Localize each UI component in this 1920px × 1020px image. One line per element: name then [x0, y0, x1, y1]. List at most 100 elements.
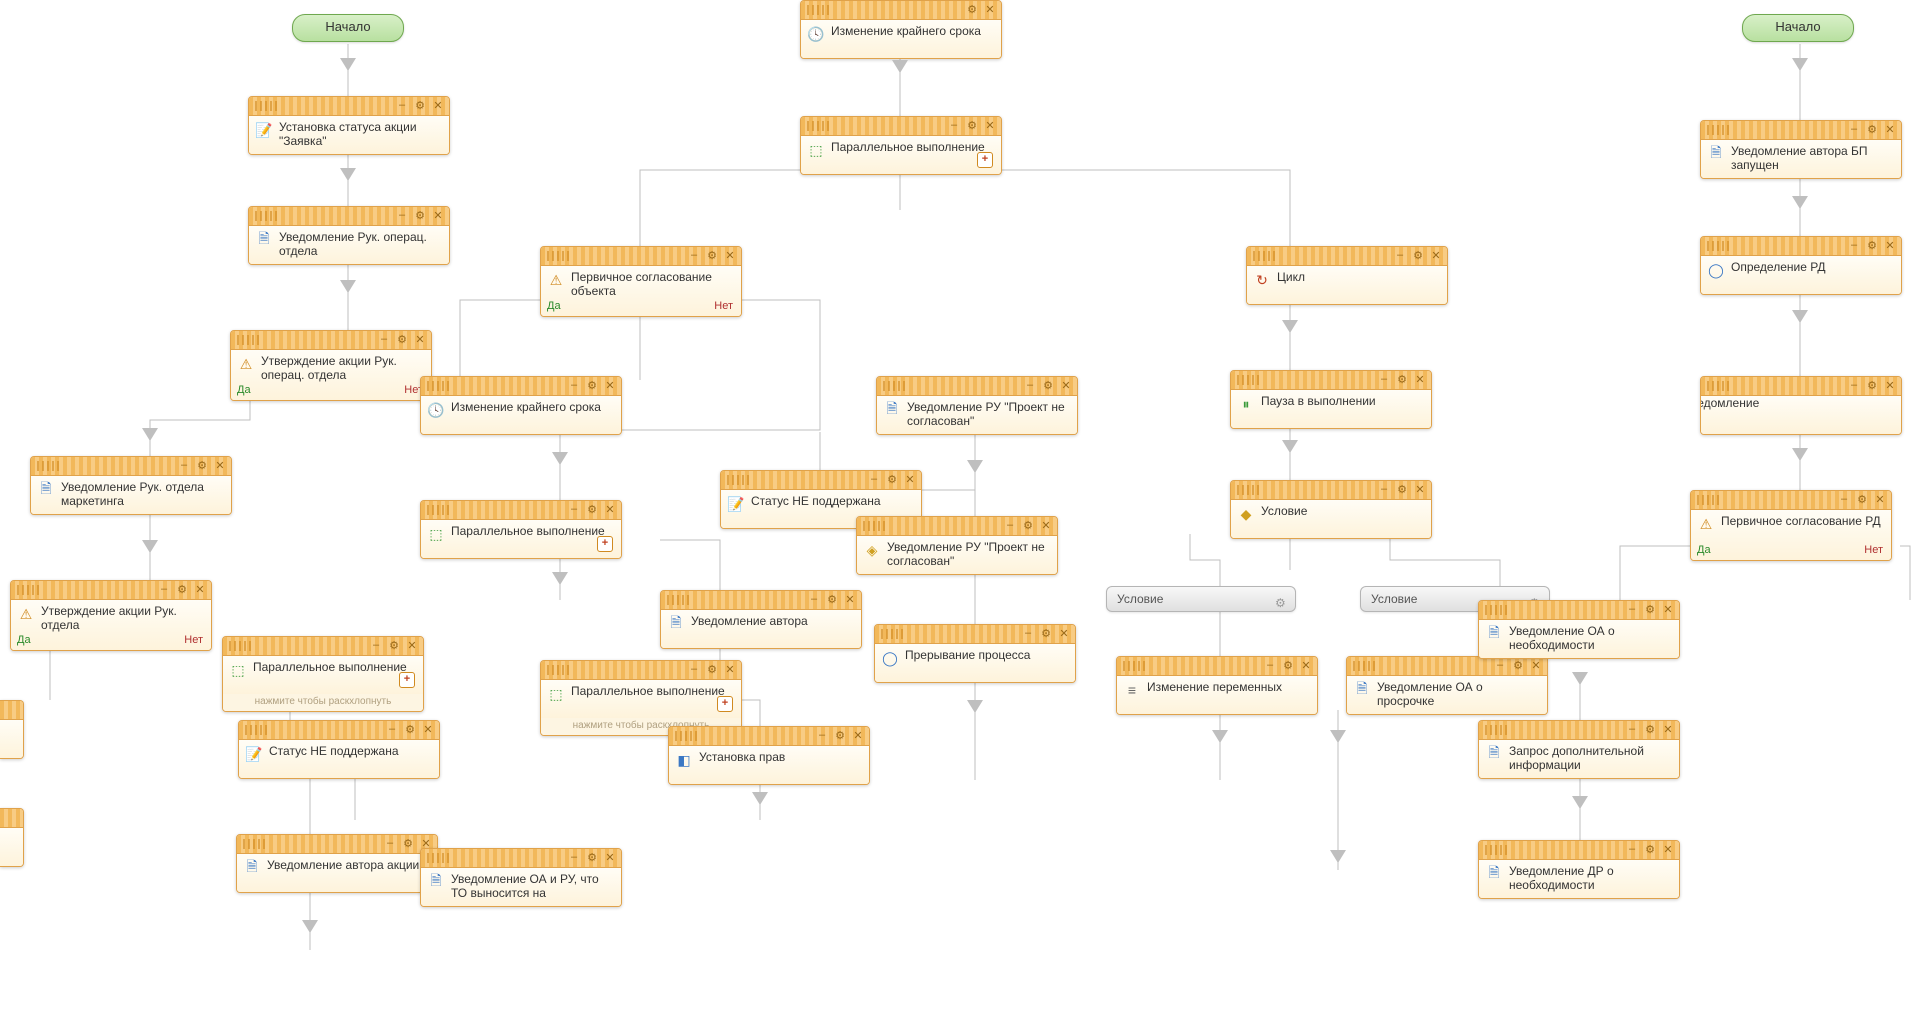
minimize-icon[interactable]: – — [687, 248, 701, 262]
gear-icon[interactable]: ⚙ — [401, 836, 415, 850]
minimize-icon[interactable]: – — [1625, 602, 1639, 616]
task-clipped[interactable] — [0, 808, 24, 867]
gear-icon[interactable]: ⚙ — [825, 592, 839, 606]
minimize-icon[interactable]: – — [1377, 372, 1391, 386]
task-notify-author[interactable]: – ⚙ ✕ 🗎 Уведомление автора акции — [236, 834, 438, 893]
close-icon[interactable]: ✕ — [213, 458, 227, 472]
task-deadline-b[interactable]: – ⚙ ✕ 🕓 Изменение крайнего срока — [420, 376, 622, 435]
task-notify-dr[interactable]: – ⚙ ✕ 🗎 Уведомление ДР о необходимости — [1478, 840, 1680, 899]
gear-icon[interactable]: ⚙ — [413, 208, 427, 222]
close-icon[interactable]: ✕ — [723, 248, 737, 262]
minimize-icon[interactable]: – — [1847, 122, 1861, 136]
close-icon[interactable]: ✕ — [431, 208, 445, 222]
minimize-icon[interactable]: – — [687, 662, 701, 676]
gear-icon[interactable]: ⚙ — [395, 332, 409, 346]
gear-icon[interactable]: ⚙ — [585, 850, 599, 864]
minimize-icon[interactable]: – — [1625, 722, 1639, 736]
task-parallel-c[interactable]: – ⚙ ✕ ⬚ Параллельное выполнение + нажмит… — [540, 660, 742, 736]
gear-icon[interactable]: ⚙ — [1643, 722, 1657, 736]
gear-icon[interactable]: ⚙ — [705, 662, 719, 676]
gear-icon[interactable]: ⚙ — [1395, 482, 1409, 496]
close-icon[interactable]: ✕ — [1299, 658, 1313, 672]
gear-icon[interactable]: ⚙ — [705, 248, 719, 262]
condition-branch-left[interactable]: Условие ⚙ — [1106, 586, 1296, 612]
minimize-icon[interactable]: – — [369, 638, 383, 652]
task-primary-approval[interactable]: – ⚙ ✕ ⚠ Первичное согласование объекта Д… — [540, 246, 742, 317]
expand-icon[interactable]: + — [977, 152, 993, 168]
expand-icon[interactable]: + — [399, 672, 415, 688]
task-primary-approval-rd[interactable]: – ⚙ ✕ ⚠ Первичное согласование РД Да Нет — [1690, 490, 1892, 561]
minimize-icon[interactable]: – — [807, 592, 821, 606]
task-notify-rd[interactable]: – ⚙ ✕ 🗎 Уведомление РД — [1700, 376, 1902, 435]
minimize-icon[interactable]: – — [567, 850, 581, 864]
close-icon[interactable]: ✕ — [1661, 722, 1675, 736]
gear-icon[interactable]: ⚙ — [1511, 658, 1525, 672]
gear-icon[interactable]: ⚙ — [833, 728, 847, 742]
task-set-status[interactable]: – ⚙ ✕ 📝 Установка статуса акции "Заявка" — [248, 96, 450, 155]
task-cycle[interactable]: – ⚙ ✕ ↻ Цикл — [1246, 246, 1448, 305]
task-parallel-top[interactable]: – ⚙ ✕ ⬚ Параллельное выполнение + — [800, 116, 1002, 175]
task-approve-marketing[interactable]: – ⚙ ✕ ⚠ Утверждение акции Рук. отдела Да… — [10, 580, 212, 651]
close-icon[interactable]: ✕ — [603, 850, 617, 864]
minimize-icon[interactable]: – — [1847, 238, 1861, 252]
task-define-rd[interactable]: – ⚙ ✕ ◯ Определение РД — [1700, 236, 1902, 295]
minimize-icon[interactable]: – — [1493, 658, 1507, 672]
gear-icon[interactable]: ⚙ — [1021, 518, 1035, 532]
close-icon[interactable]: ✕ — [1883, 238, 1897, 252]
minimize-icon[interactable]: – — [395, 98, 409, 112]
close-icon[interactable]: ✕ — [1413, 482, 1427, 496]
task-deadline-top[interactable]: ⚙ ✕ 🕓 Изменение крайнего срока — [800, 0, 1002, 59]
minimize-icon[interactable]: – — [1377, 482, 1391, 496]
task-notify-bp-author[interactable]: – ⚙ ✕ 🗎 Уведомление автора БП запущен — [1700, 120, 1902, 179]
minimize-icon[interactable]: – — [1021, 626, 1035, 640]
gear-icon[interactable]: ⚙ — [1643, 602, 1657, 616]
close-icon[interactable]: ✕ — [1057, 626, 1071, 640]
close-icon[interactable]: ✕ — [193, 582, 207, 596]
task-notify-author-b[interactable]: – ⚙ ✕ 🗎 Уведомление автора — [660, 590, 862, 649]
gear-icon[interactable]: ⚙ — [585, 378, 599, 392]
minimize-icon[interactable]: – — [567, 378, 581, 392]
close-icon[interactable]: ✕ — [405, 638, 419, 652]
start-node-d[interactable]: Начало — [1742, 14, 1854, 42]
close-icon[interactable]: ✕ — [1883, 378, 1897, 392]
gear-icon[interactable]: ⚙ — [403, 722, 417, 736]
gear-icon[interactable]: ⚙ — [1865, 238, 1879, 252]
gear-icon[interactable]: ⚙ — [1039, 626, 1053, 640]
close-icon[interactable]: ✕ — [903, 472, 917, 486]
minimize-icon[interactable]: – — [377, 332, 391, 346]
task-status-not-supported-a[interactable]: – ⚙ ✕ 📝 Статус НЕ поддержана — [238, 720, 440, 779]
task-notify-ru-2[interactable]: – ⚙ ✕ ◈ Уведомление РУ "Проект не соглас… — [856, 516, 1058, 575]
task-interrupt[interactable]: – ⚙ ✕ ◯ Прерывание процесса — [874, 624, 1076, 683]
gear-icon[interactable]: ⚙ — [195, 458, 209, 472]
gear-icon[interactable]: ⚙ — [1643, 842, 1657, 856]
close-icon[interactable]: ✕ — [1529, 658, 1543, 672]
minimize-icon[interactable]: – — [385, 722, 399, 736]
gear-icon[interactable]: ⚙ — [175, 582, 189, 596]
gear-icon[interactable]: ⚙ — [1281, 658, 1295, 672]
task-notify-oa-overdue[interactable]: – ⚙ ✕ 🗎 Уведомление ОА о просрочке — [1346, 656, 1548, 715]
task-set-rights[interactable]: – ⚙ ✕ ◧ Установка прав — [668, 726, 870, 785]
task-request-info[interactable]: – ⚙ ✕ 🗎 Запрос дополнительной информации — [1478, 720, 1680, 779]
minimize-icon[interactable]: – — [395, 208, 409, 222]
task-titlebar[interactable]: – ⚙ ✕ — [249, 97, 449, 116]
minimize-icon[interactable]: – — [177, 458, 191, 472]
minimize-icon[interactable]: – — [1625, 842, 1639, 856]
close-icon[interactable]: ✕ — [413, 332, 427, 346]
close-icon[interactable]: ✕ — [983, 2, 997, 16]
gear-icon[interactable]: ⚙ — [1865, 122, 1879, 136]
gear-icon[interactable]: ⚙ — [965, 2, 979, 16]
task-notify-op-head[interactable]: – ⚙ ✕ 🗎 Уведомление Рук. операц. отдела — [248, 206, 450, 265]
start-node-a[interactable]: Начало — [292, 14, 404, 42]
task-notify-oa-ru[interactable]: – ⚙ ✕ 🗎 Уведомление ОА и РУ, что ТО выно… — [420, 848, 622, 907]
close-icon[interactable]: ✕ — [1661, 602, 1675, 616]
minimize-icon[interactable]: – — [867, 472, 881, 486]
gear-icon[interactable]: ⚙ — [1275, 591, 1289, 605]
task-parallel-a[interactable]: – ⚙ ✕ ⬚ Параллельное выполнение + нажмит… — [222, 636, 424, 712]
minimize-icon[interactable]: – — [1023, 378, 1037, 392]
minimize-icon[interactable]: – — [157, 582, 171, 596]
close-icon[interactable]: ✕ — [1039, 518, 1053, 532]
minimize-icon[interactable]: – — [815, 728, 829, 742]
minimize-icon[interactable]: – — [1263, 658, 1277, 672]
gear-icon[interactable]: ⚙ — [885, 472, 899, 486]
expand-icon[interactable]: + — [717, 696, 733, 712]
